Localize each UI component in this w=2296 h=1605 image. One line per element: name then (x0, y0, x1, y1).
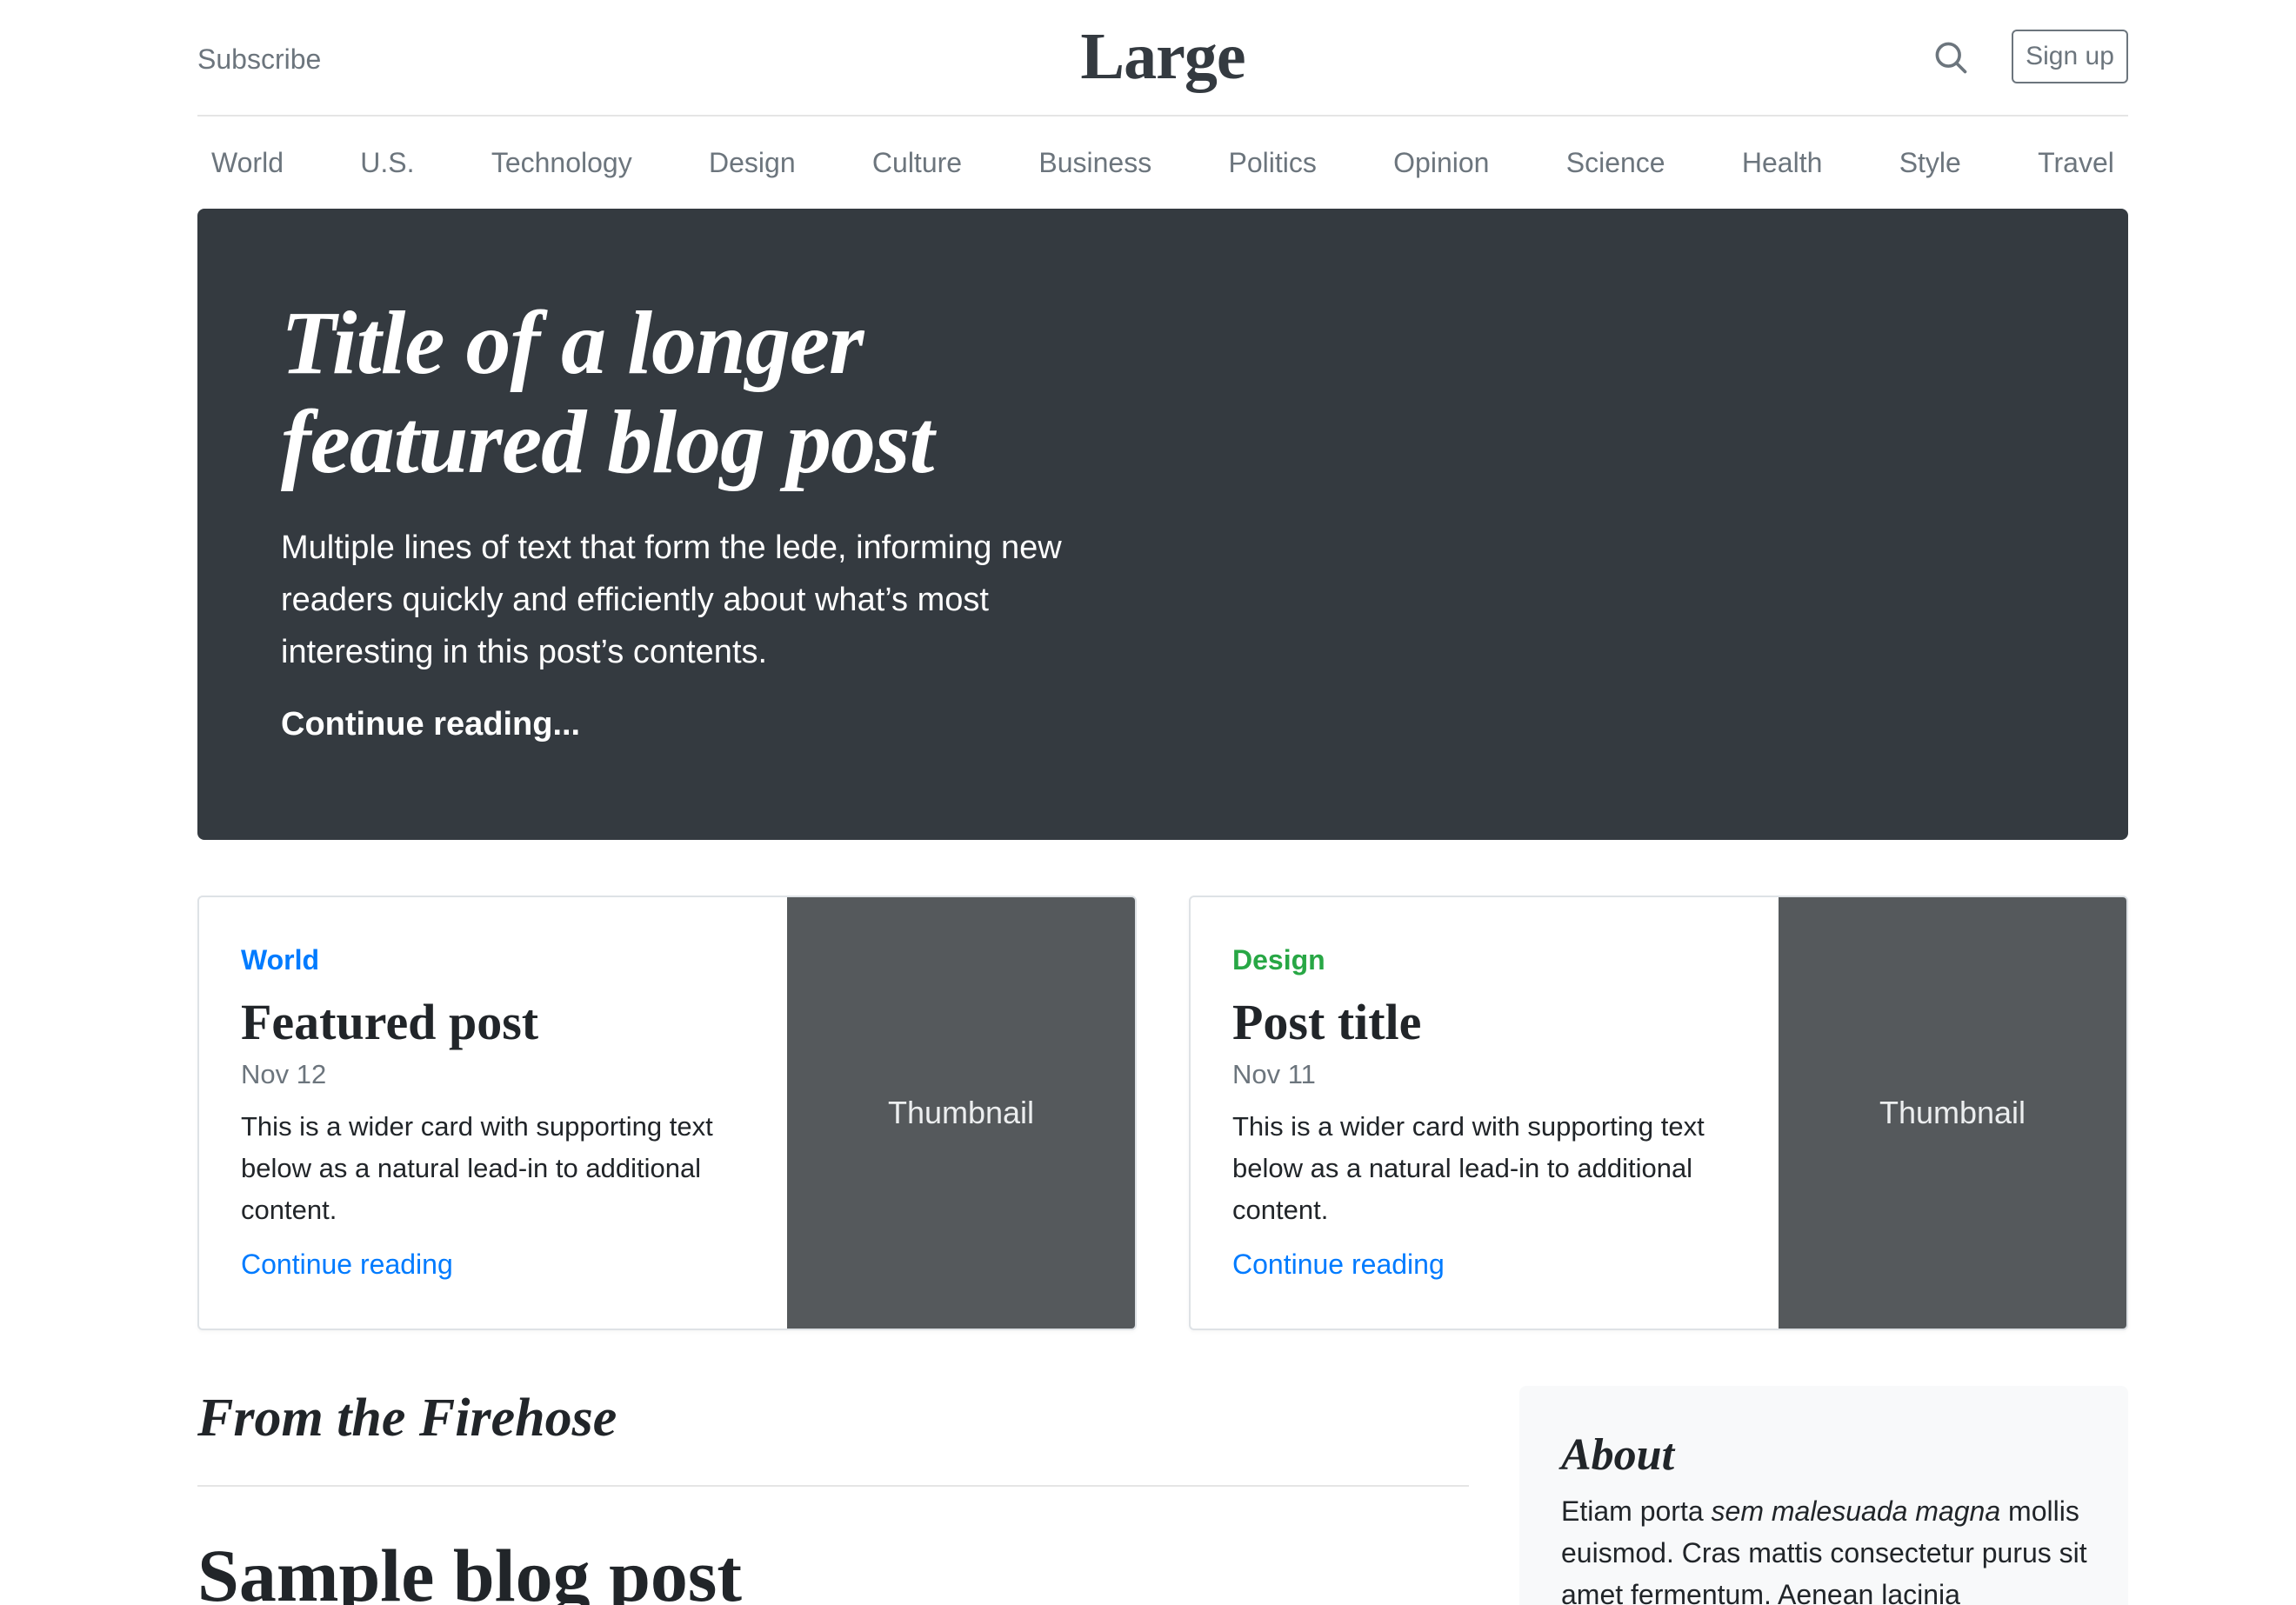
featured-title: Title of a longer featured blog post (281, 293, 934, 492)
nav-item-science[interactable]: Science (1566, 147, 1665, 179)
nav-item-design[interactable]: Design (709, 147, 796, 179)
signup-button[interactable]: Sign up (2012, 30, 2128, 83)
card-continue-link[interactable]: Continue reading (241, 1249, 453, 1281)
nav-item-style[interactable]: Style (1899, 147, 1961, 179)
featured-jumbotron: Title of a longer featured blog post Mul… (197, 209, 2128, 840)
section-divider (197, 1485, 1469, 1487)
card-continue-link[interactable]: Continue reading (1232, 1249, 1445, 1281)
featured-lede: Multiple lines of text that form the led… (281, 529, 1062, 670)
card-category: World (241, 944, 320, 976)
card-title: Featured post (241, 994, 539, 1050)
card-text: This is a wider card with supporting tex… (241, 1111, 713, 1225)
card-thumbnail: Thumbnail (787, 897, 1135, 1329)
about-sidebar: About Etiam porta sem malesuada magna mo… (1519, 1386, 2128, 1605)
nav-item-world[interactable]: World (211, 147, 284, 179)
search-icon[interactable] (1932, 38, 1970, 77)
nav-item-health[interactable]: Health (1742, 147, 1823, 179)
nav-item-us[interactable]: U.S. (360, 147, 414, 179)
blog-post-title: Sample blog post (197, 1534, 743, 1605)
page-container: Subscribe Large Sign up World U.S. Techn… (197, 0, 2128, 1605)
card-date: Nov 12 (241, 1059, 327, 1089)
card-text: This is a wider card with supporting tex… (1232, 1111, 1705, 1225)
card-title: Post title (1232, 994, 1422, 1050)
category-nav: World U.S. Technology Design Culture Bus… (197, 117, 2128, 209)
about-heading: About (1561, 1430, 1675, 1480)
featured-continue-link[interactable]: Continue reading... (281, 706, 580, 743)
card-thumbnail: Thumbnail (1779, 897, 2126, 1329)
card-category: Design (1232, 944, 1325, 976)
nav-item-technology[interactable]: Technology (491, 147, 632, 179)
site-logo[interactable]: Large (197, 19, 2128, 95)
nav-item-opinion[interactable]: Opinion (1393, 147, 1489, 179)
thumbnail-label: Thumbnail (887, 1095, 1035, 1130)
post-card: World Featured post Nov 12 This is a wid… (197, 896, 1137, 1330)
about-text-emphasis: sem malesuada magna (1711, 1495, 2001, 1527)
post-card: Design Post title Nov 11 This is a wider… (1189, 896, 2128, 1330)
nav-item-politics[interactable]: Politics (1229, 147, 1317, 179)
thumbnail-label: Thumbnail (1879, 1095, 2026, 1130)
site-header: Subscribe Large Sign up (197, 0, 2128, 117)
nav-item-business[interactable]: Business (1038, 147, 1151, 179)
nav-item-travel[interactable]: Travel (2038, 147, 2114, 179)
about-text-start: Etiam porta (1561, 1495, 1712, 1527)
about-text: Etiam porta sem malesuada magna mollis e… (1561, 1490, 2100, 1605)
card-date: Nov 11 (1232, 1059, 1316, 1089)
firehose-heading: From the Firehose (197, 1389, 617, 1448)
nav-item-culture[interactable]: Culture (872, 147, 962, 179)
